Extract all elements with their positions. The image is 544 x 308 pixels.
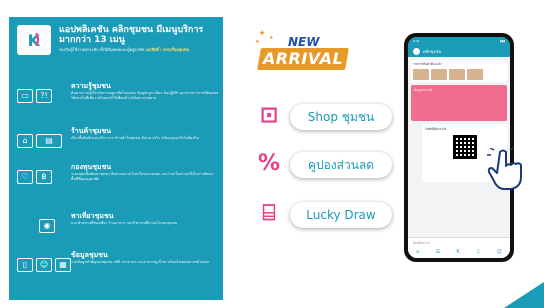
product-thumb[interactable] bbox=[449, 69, 465, 80]
menu-shop-button[interactable]: Shop ชุมชน bbox=[290, 104, 392, 130]
hand-pointer-icon bbox=[487, 148, 522, 190]
new-label: NEW bbox=[288, 35, 320, 49]
phone-status-bar: 9:41 ▮▮▮ bbox=[408, 37, 510, 45]
music-icon[interactable]: ♫ bbox=[476, 249, 480, 255]
grid-icon: ▦ bbox=[55, 258, 71, 272]
product-thumb[interactable] bbox=[413, 69, 429, 80]
feature-panel: K) แอปพลิเคชัน คลิกชุมชน มีเมนูบริการมาก… bbox=[9, 17, 223, 300]
shop-icon: ⌂ bbox=[17, 134, 33, 148]
section-text: รวมข้อมูลสำคัญของชุมชน สถิติ ประชากร และ… bbox=[71, 260, 210, 264]
product-card[interactable]: รายการสินค้าที่แนะนำ bbox=[411, 60, 507, 82]
star-icon: ★ bbox=[255, 39, 260, 45]
corner-accent bbox=[504, 282, 544, 308]
product-thumb[interactable] bbox=[431, 69, 447, 80]
panel-description: รองรับผู้ใช้งานทุกระดับ ทั้งนิติบุคคลและ… bbox=[59, 47, 190, 52]
faq-icon: ?! bbox=[36, 89, 52, 103]
menu-shop[interactable]: ⊡ Shop ชุมชน bbox=[256, 103, 396, 131]
message-input[interactable]: พิมพ์ข้อความ bbox=[408, 237, 510, 246]
location-icon: ◉ bbox=[39, 219, 55, 233]
app-icon[interactable]: K bbox=[456, 249, 459, 255]
menu-icon[interactable]: ☰ bbox=[436, 249, 440, 255]
section-text: ระดมทุนเพื่อพัฒนาชุมชน ติดตามความโปร่งใส… bbox=[71, 172, 214, 181]
shop-bag-icon: ⊡ bbox=[259, 103, 279, 128]
phone-bottom-nav: ⌂ ☰ K ♫ ☺ bbox=[408, 246, 510, 258]
section-text: ค้นหาความรู้เกี่ยวกับการอยู่อาศัยในชุมชน… bbox=[71, 91, 219, 100]
menu-coupon[interactable]: % คูปองส่วนลด bbox=[256, 151, 396, 179]
hands-icon: ♡ bbox=[17, 170, 33, 184]
product-thumb[interactable] bbox=[467, 69, 483, 80]
section-text: เลือกซื้อสินค้าและบริการจากร้านค้าในชุมช… bbox=[71, 136, 199, 140]
phone-header: คลิกชุมชน bbox=[408, 45, 510, 57]
document-icon: ▯ bbox=[17, 258, 33, 272]
coupon-icon: % bbox=[257, 151, 281, 176]
avatar bbox=[413, 47, 420, 55]
star-icon: ★ bbox=[259, 29, 266, 37]
announcement-card[interactable]: ข้อมูลประกาศ bbox=[411, 85, 507, 121]
profile-icon[interactable]: ☺ bbox=[497, 249, 502, 255]
qr-code bbox=[452, 135, 477, 159]
menu-lucky-draw-button[interactable]: Lucky Draw bbox=[290, 202, 392, 228]
arrival-label: ARRIVAL bbox=[262, 49, 344, 68]
menu-lucky-draw[interactable]: ⌸ Lucky Draw bbox=[256, 201, 396, 229]
menu-coupon-button[interactable]: คูปองส่วนลด bbox=[290, 152, 392, 178]
panel-title: แอปพลิเคชัน คลิกชุมชน มีเมนูบริการมากกว่… bbox=[59, 25, 204, 45]
section-text: แนะนำสถานที่ท่องเที่ยว ร้านอาหาร และกิจก… bbox=[71, 221, 178, 225]
person-icon: ☺ bbox=[36, 258, 52, 272]
new-arrival-badge: ★ ★ ★ NEW ARRIVAL bbox=[255, 29, 349, 79]
gift-icon: ⌸ bbox=[262, 201, 276, 226]
monitor-icon: ▭ bbox=[17, 89, 33, 103]
star-icon: ★ bbox=[269, 35, 274, 41]
home-icon[interactable]: ⌂ bbox=[416, 249, 419, 255]
app-logo: K) bbox=[17, 25, 51, 55]
pos-icon: ▤ bbox=[36, 134, 62, 148]
money-icon: ฿ bbox=[36, 170, 52, 184]
